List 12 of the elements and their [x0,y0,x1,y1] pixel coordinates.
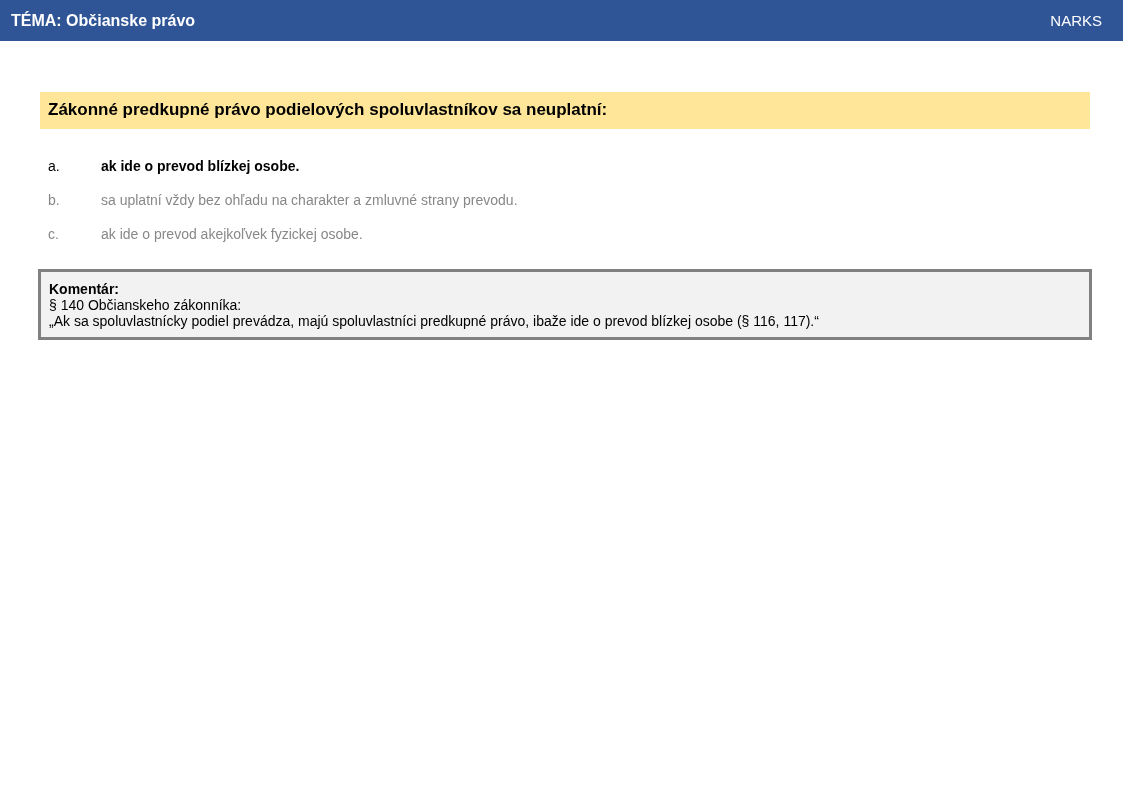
comment-title: Komentár: [49,281,120,297]
option-text: ak ide o prevod blízkej osobe. [101,158,300,175]
option-letter: b. [48,192,61,209]
comment-line: § 140 Občianskeho zákonníka: [49,297,243,313]
brand-label: NARKS [1050,12,1102,29]
comment-line: „Ak sa spoluvlastnícky podiel prevádza, majú spoluvlastníci predkupné právo, ibaže ide o prevod blízkej osobe (§ 116, 117).“ [49,313,820,329]
option-letter: a. [48,158,61,175]
question-text: Zákonné predkupné právo podielových spoluvlastníkov sa neuplatní: [40,92,1090,129]
topic-title: TÉMA: Občianske právo [11,11,196,30]
option-letter: c. [48,226,60,243]
option-text: sa uplatní vždy bez ohľadu na charakter a zmluvné strany prevodu. [101,192,518,209]
option-text: ak ide o prevod akejkoľvek fyzickej osobe. [101,226,363,243]
